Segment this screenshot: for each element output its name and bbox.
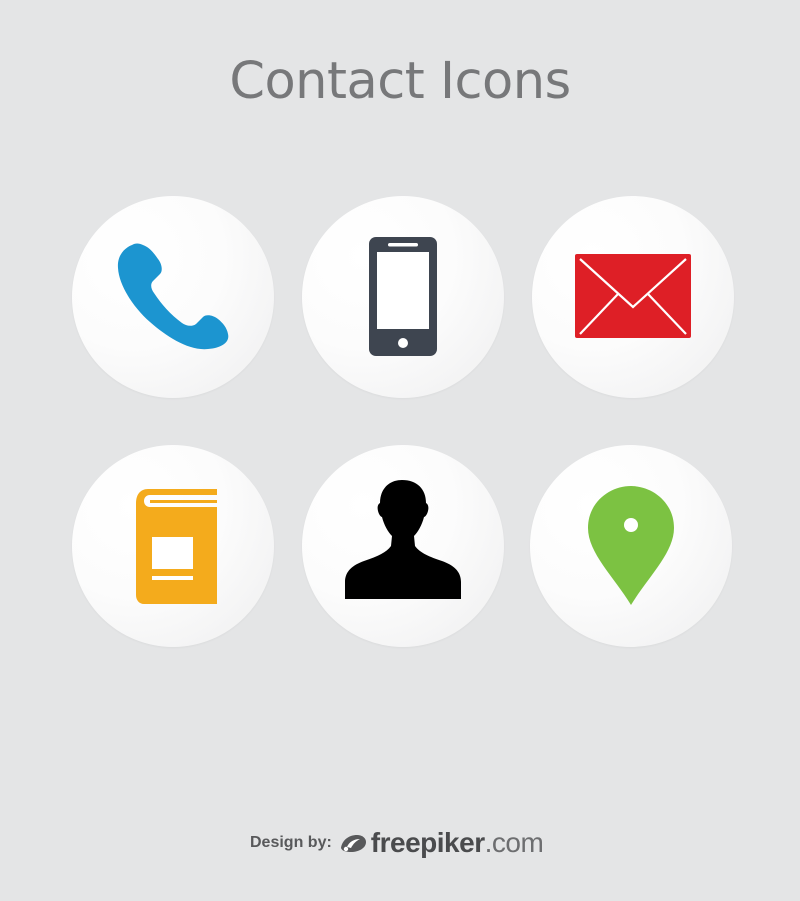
page-title: Contact Icons xyxy=(229,52,571,111)
smartphone-icon xyxy=(369,237,437,356)
phone-icon-circle xyxy=(72,196,274,398)
map-pin-icon-circle xyxy=(530,445,732,647)
person-icon-circle xyxy=(302,445,504,647)
credit-line: Design by: freepiker .com xyxy=(250,826,544,860)
brand-domain: .com xyxy=(484,827,544,858)
envelope-icon-circle xyxy=(532,196,734,398)
phone-icon xyxy=(117,243,229,350)
person-icon xyxy=(345,480,461,599)
credit-label: Design by: xyxy=(250,834,332,851)
map-pin-icon xyxy=(588,486,674,605)
freepiker-logo-icon xyxy=(340,835,366,852)
smartphone-icon-circle xyxy=(302,196,504,398)
envelope-icon xyxy=(575,254,691,338)
brand-name: freepiker xyxy=(370,827,485,858)
address-book-icon-circle xyxy=(72,445,274,647)
address-book-icon xyxy=(136,489,217,604)
